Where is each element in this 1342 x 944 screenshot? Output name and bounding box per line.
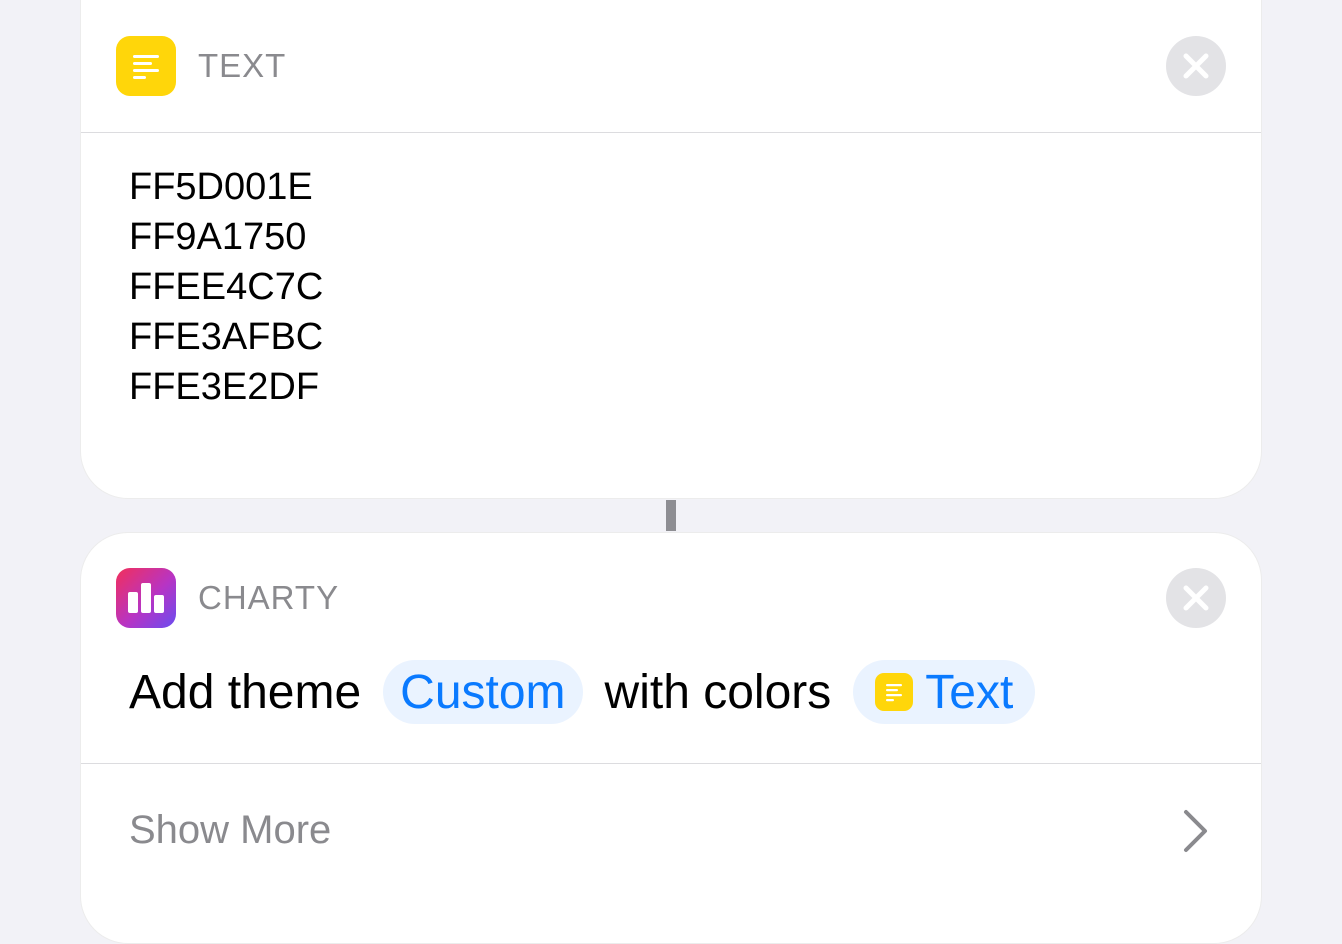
colors-variable-token[interactable]: Text xyxy=(853,660,1036,724)
action-prefix-text: Add theme xyxy=(129,665,362,719)
text-lines-icon xyxy=(886,684,903,702)
charty-action-card: CHARTY Add theme Custom with colors Text… xyxy=(80,532,1262,944)
charty-action-summary: Add theme Custom with colors Text xyxy=(129,659,1057,725)
colors-variable-label: Text xyxy=(925,665,1014,719)
charty-action-header: CHARTY xyxy=(116,568,339,628)
bar-chart-icon xyxy=(128,583,164,613)
text-line: FFE3AFBC xyxy=(129,316,324,358)
text-line: FFE3E2DF xyxy=(129,366,320,408)
show-more-button[interactable]: Show More xyxy=(81,764,1261,896)
text-app-name: TEXT xyxy=(198,47,287,84)
text-content-field[interactable]: FF5D001E FF9A1750 FFEE4C7C FFE3AFBC FFE3… xyxy=(129,162,323,412)
text-header-divider xyxy=(81,132,1261,133)
charty-app-icon xyxy=(116,568,176,628)
close-icon xyxy=(1183,53,1209,79)
text-action-header: TEXT xyxy=(116,36,286,96)
text-lines-icon xyxy=(133,55,159,79)
text-remove-button[interactable] xyxy=(1166,36,1226,96)
theme-parameter-token[interactable]: Custom xyxy=(383,660,583,724)
text-line: FF9A1750 xyxy=(129,216,307,258)
text-line: FF5D001E xyxy=(129,166,313,208)
action-connector xyxy=(666,500,676,531)
text-variable-icon xyxy=(875,673,914,711)
close-icon xyxy=(1183,585,1209,611)
show-more-label: Show More xyxy=(129,808,332,852)
text-app-icon xyxy=(116,36,176,96)
charty-remove-button[interactable] xyxy=(1166,568,1226,628)
charty-app-name: CHARTY xyxy=(198,579,340,616)
text-action-card: TEXT FF5D001E FF9A1750 FFEE4C7C FFE3AFBC… xyxy=(80,0,1262,499)
action-middle-text: with colors xyxy=(604,665,832,719)
text-line: FFEE4C7C xyxy=(129,266,324,308)
chevron-right-icon xyxy=(1184,810,1207,852)
